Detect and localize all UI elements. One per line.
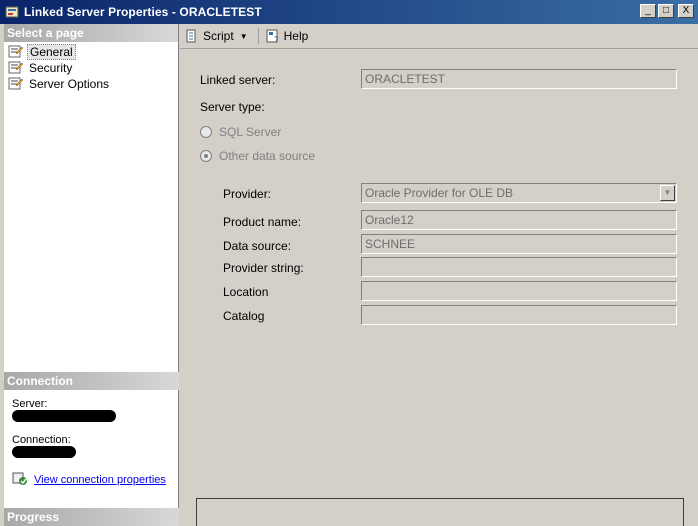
bottom-panel — [196, 498, 684, 526]
linked-server-icon — [4, 4, 20, 20]
server-type-label: Server type: — [200, 100, 265, 114]
toolbar-separator — [257, 28, 259, 44]
server-value-redacted — [12, 410, 171, 424]
product-name-label: Product name: — [223, 215, 302, 229]
page-item-security[interactable]: Security — [8, 60, 178, 76]
page-item-general[interactable]: General — [8, 44, 178, 60]
provider-select[interactable]: Oracle Provider for OLE DB ▼ — [361, 183, 677, 203]
provider-value: Oracle Provider for OLE DB — [365, 186, 514, 200]
help-icon: ? — [265, 28, 281, 44]
progress-header: Progress — [4, 508, 179, 526]
select-page-header: Select a page — [4, 24, 178, 42]
script-button[interactable]: Script ▼ — [184, 28, 248, 44]
chevron-down-icon[interactable]: ▼ — [240, 32, 248, 41]
page-list: General Security Server Options — [4, 42, 178, 92]
catalog-field[interactable] — [361, 305, 677, 325]
page-icon — [8, 61, 24, 75]
toolbar: Script ▼ ? Help — [180, 24, 698, 48]
page-label: Security — [29, 61, 73, 75]
help-button[interactable]: ? Help — [265, 28, 309, 44]
page-icon — [8, 77, 24, 91]
linked-server-label: Linked server: — [200, 73, 276, 87]
left-pane: Select a page General Security Server Op… — [4, 24, 179, 526]
sql-server-option-label: SQL Server — [219, 125, 282, 139]
radio-button[interactable] — [200, 126, 212, 138]
page-label: Server Options — [29, 77, 110, 91]
provider-string-label: Provider string: — [223, 261, 304, 275]
catalog-label: Catalog — [223, 309, 265, 323]
script-icon — [184, 28, 200, 44]
minimize-button[interactable]: _ — [640, 4, 656, 18]
progress-section: Progress — [4, 508, 179, 526]
provider-label: Provider: — [223, 187, 272, 201]
window-title: Linked Server Properties - ORACLETEST — [24, 5, 262, 19]
connection-label: Connection: — [12, 434, 71, 446]
other-data-source-radio[interactable]: Other data source — [200, 149, 315, 163]
location-field[interactable] — [361, 281, 677, 301]
chevron-down-icon[interactable]: ▼ — [660, 185, 675, 201]
provider-string-field[interactable] — [361, 257, 677, 277]
linked-server-field[interactable]: ORACLETEST — [361, 69, 677, 89]
sql-server-radio[interactable]: SQL Server — [200, 125, 281, 139]
close-button[interactable]: X — [678, 4, 694, 18]
view-connection-properties-link[interactable]: View connection properties — [34, 474, 166, 486]
page-icon — [8, 45, 24, 59]
product-name-field[interactable]: Oracle12 — [361, 210, 677, 230]
help-label: Help — [283, 29, 309, 43]
general-page-form: Linked server: ORACLETEST Server type: S… — [180, 48, 698, 526]
data-source-field[interactable]: SCHNEE — [361, 234, 677, 254]
data-source-label: Data source: — [223, 239, 292, 253]
connection-value-redacted — [12, 446, 171, 460]
server-label: Server: — [12, 398, 48, 410]
location-label: Location — [223, 285, 269, 299]
svg-text:?: ? — [274, 35, 279, 44]
script-label: Script — [203, 29, 234, 43]
title-bar: Linked Server Properties - ORACLETEST _ … — [0, 0, 698, 24]
other-data-source-option-label: Other data source — [219, 149, 316, 163]
page-label: General — [27, 44, 76, 60]
maximize-button[interactable]: □ — [658, 4, 674, 18]
radio-button-selected[interactable] — [200, 150, 212, 162]
connection-section: Connection Server: Connection: View conn… — [4, 372, 179, 495]
connection-properties-icon — [12, 470, 28, 489]
connection-header: Connection — [4, 372, 179, 390]
page-item-server-options[interactable]: Server Options — [8, 76, 178, 92]
